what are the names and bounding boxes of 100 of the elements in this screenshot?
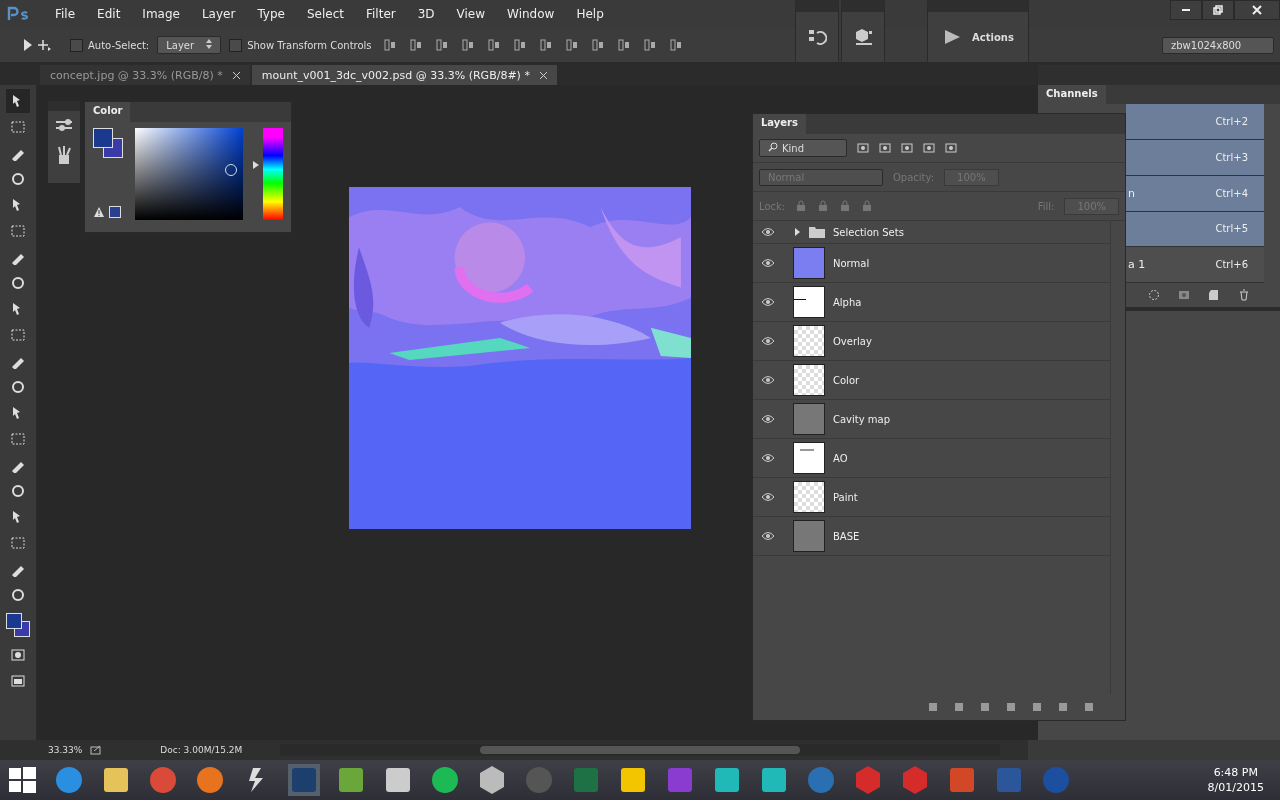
align-icon[interactable] bbox=[667, 37, 684, 53]
layer-thumbnail bbox=[793, 325, 825, 357]
start-icon[interactable] bbox=[6, 764, 38, 796]
filter-icon[interactable] bbox=[923, 142, 935, 154]
channel-shortcut: Ctrl+3 bbox=[1215, 151, 1248, 163]
browser-icon[interactable] bbox=[194, 764, 226, 796]
actions-title: Actions bbox=[972, 31, 1014, 43]
menu-item[interactable]: View bbox=[456, 7, 486, 21]
layer-name: AO bbox=[833, 452, 848, 464]
layer-thumbnail bbox=[793, 364, 825, 396]
minimize-button[interactable] bbox=[1170, 0, 1202, 20]
menu-item[interactable]: Help bbox=[576, 7, 604, 21]
filter-icon[interactable] bbox=[945, 142, 957, 154]
channel-row[interactable]: Ctrl+3 bbox=[1126, 140, 1264, 176]
filter-icon[interactable] bbox=[879, 142, 891, 154]
auto-select-label: Auto-Select: bbox=[88, 39, 150, 51]
filter-icon[interactable] bbox=[857, 142, 869, 154]
channel-shortcut: Ctrl+4 bbox=[1215, 187, 1248, 199]
layer-action-icon[interactable] bbox=[1005, 701, 1017, 713]
align-icon[interactable] bbox=[537, 37, 554, 53]
gamut-swatch[interactable] bbox=[109, 206, 121, 218]
browser-icon[interactable] bbox=[53, 764, 85, 796]
share-icon[interactable] bbox=[90, 745, 103, 755]
align-icon[interactable] bbox=[433, 37, 450, 53]
filter-icon[interactable] bbox=[901, 142, 913, 154]
cube-icon[interactable] bbox=[853, 27, 873, 47]
minimize-icon bbox=[1182, 9, 1190, 11]
align-icon[interactable] bbox=[641, 37, 658, 53]
document-tab[interactable]: concept.jpg @ 33.3% (RGB/8) * bbox=[40, 65, 250, 85]
restore-icon bbox=[1213, 5, 1223, 15]
channel-shortcut: Ctrl+2 bbox=[1215, 116, 1248, 128]
warning-icon bbox=[93, 206, 105, 218]
menu-item[interactable]: Edit bbox=[97, 7, 121, 21]
layer-name: Selection Sets bbox=[833, 226, 904, 238]
zoom-level[interactable]: 33.33% bbox=[48, 745, 83, 755]
close-tab-icon[interactable] bbox=[539, 71, 547, 79]
align-icon[interactable] bbox=[589, 37, 606, 53]
layer-thumbnail bbox=[793, 520, 825, 552]
menu-item[interactable]: Window bbox=[507, 7, 555, 21]
layer-action-icon[interactable] bbox=[979, 701, 991, 713]
hue-slider[interactable] bbox=[253, 128, 283, 220]
color-tab[interactable]: Color bbox=[85, 102, 131, 122]
channels-tab[interactable]: Channels bbox=[1038, 85, 1106, 105]
layer-thumbnail bbox=[793, 442, 825, 474]
align-icon[interactable] bbox=[407, 37, 424, 53]
channel-name: n bbox=[1128, 186, 1135, 200]
mask-icon[interactable] bbox=[1178, 288, 1190, 301]
layer-action-icon[interactable] bbox=[927, 701, 939, 713]
target-dropdown[interactable]: Layer bbox=[157, 36, 222, 54]
selection-icon[interactable] bbox=[1148, 288, 1160, 301]
color-field[interactable] bbox=[134, 128, 244, 220]
color-swatches[interactable] bbox=[93, 128, 123, 158]
menu-item[interactable]: Layer bbox=[201, 7, 236, 21]
layer-action-icon[interactable] bbox=[1083, 701, 1095, 713]
restore-button[interactable] bbox=[1202, 0, 1234, 20]
align-icon[interactable] bbox=[381, 37, 398, 53]
screen-mode-icon[interactable] bbox=[10, 673, 26, 689]
menu-item[interactable]: Select bbox=[306, 7, 344, 21]
clock-time: 6:48 PM bbox=[1213, 765, 1258, 780]
layer-name: Cavity map bbox=[833, 413, 891, 425]
folder-icon bbox=[809, 226, 825, 238]
close-tab-icon[interactable] bbox=[232, 71, 240, 79]
menu-item[interactable]: Type bbox=[257, 7, 285, 21]
spinner-arrows-icon bbox=[206, 39, 213, 49]
close-button[interactable] bbox=[1234, 0, 1280, 20]
layer-action-icon[interactable] bbox=[953, 701, 965, 713]
layer-thumbnail bbox=[793, 247, 825, 279]
trash-icon[interactable] bbox=[1238, 288, 1250, 301]
channel-row[interactable]: a 1 Ctrl+6 bbox=[1126, 247, 1264, 283]
app-icon[interactable] bbox=[429, 764, 461, 796]
channel-shortcut: Ctrl+5 bbox=[1215, 223, 1248, 235]
layer-action-icon[interactable] bbox=[1057, 701, 1069, 713]
quick-mask-icon[interactable] bbox=[10, 647, 26, 663]
menu-item[interactable]: 3D bbox=[417, 7, 435, 21]
color-swatches[interactable] bbox=[6, 613, 30, 637]
align-icon[interactable] bbox=[615, 37, 632, 53]
history-icon[interactable] bbox=[807, 27, 827, 47]
marquee-tool-icon[interactable] bbox=[10, 119, 26, 135]
channel-row[interactable]: Ctrl+2 bbox=[1126, 104, 1264, 141]
layer-thumbnail bbox=[793, 286, 825, 318]
layer-thumbnail bbox=[793, 403, 825, 435]
align-icon[interactable] bbox=[459, 37, 476, 53]
menu-item[interactable]: Image bbox=[142, 7, 180, 21]
layer-action-icon[interactable] bbox=[1031, 701, 1043, 713]
channel-row[interactable]: Ctrl+5 bbox=[1126, 211, 1264, 248]
auto-select-checkbox[interactable] bbox=[70, 38, 83, 52]
move-tool-icon[interactable] bbox=[22, 37, 52, 53]
align-icon[interactable] bbox=[563, 37, 580, 53]
channel-row[interactable]: n Ctrl+4 bbox=[1126, 175, 1264, 212]
menu-item[interactable]: Filter bbox=[366, 7, 396, 21]
document-tab[interactable]: mount_v001_3dc_v002.psd @ 33.3% (RGB/8#) * bbox=[251, 65, 557, 85]
new-channel-icon[interactable] bbox=[1208, 288, 1220, 301]
align-icon[interactable] bbox=[511, 37, 528, 53]
workspace-dropdown[interactable]: zbw1024x800 bbox=[1162, 36, 1274, 54]
transform-controls-checkbox[interactable] bbox=[229, 38, 243, 52]
layer-name: Normal bbox=[833, 257, 870, 269]
align-icon[interactable] bbox=[485, 37, 502, 53]
browser-icon[interactable] bbox=[147, 764, 179, 796]
horizontal-scrollbar[interactable] bbox=[280, 744, 1001, 756]
menu-item[interactable]: File bbox=[55, 7, 76, 21]
